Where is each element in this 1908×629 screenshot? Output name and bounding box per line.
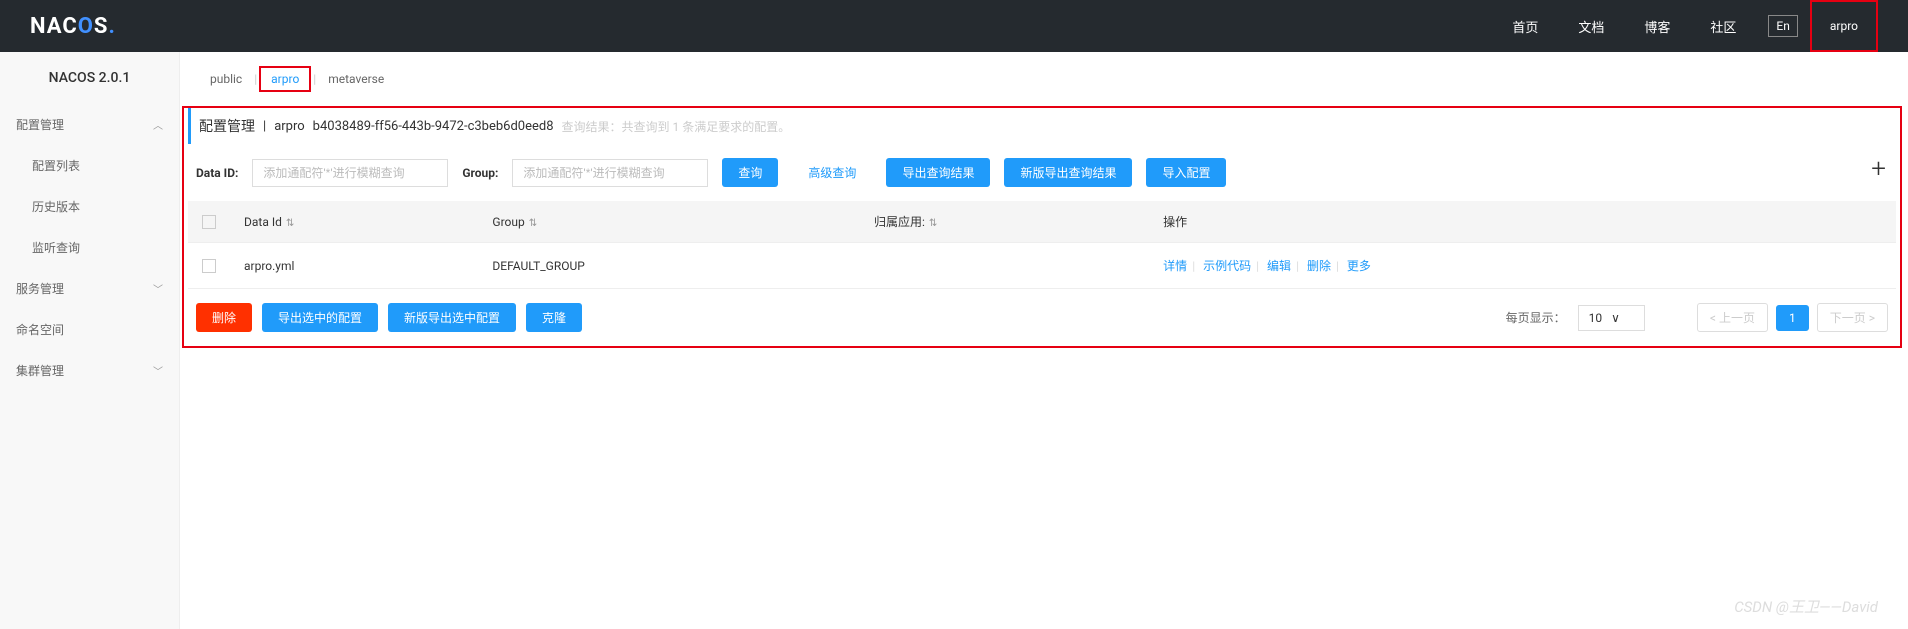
- content-panel: 配置管理 | arpro b4038489-ff56-443b-9472-c3b…: [182, 106, 1902, 348]
- action-delete[interactable]: 删除: [1307, 259, 1331, 273]
- menu-namespace[interactable]: 命名空间: [0, 309, 179, 350]
- sort-icon: ⇅: [929, 218, 937, 229]
- col-group[interactable]: Group⇅: [478, 201, 860, 243]
- search-bar: Data ID: Group: 查询 高级查询 导出查询结果 新版导出查询结果 …: [184, 144, 1900, 201]
- nav-docs[interactable]: 文档: [1558, 0, 1624, 52]
- col-actions: 操作: [1149, 201, 1896, 243]
- watermark: CSDN @王卫——David: [1734, 596, 1878, 617]
- export-button[interactable]: 导出查询结果: [886, 158, 990, 187]
- new-export-button[interactable]: 新版导出查询结果: [1004, 158, 1132, 187]
- sort-icon: ⇅: [286, 218, 294, 229]
- advanced-query-button[interactable]: 高级查询: [792, 158, 872, 187]
- select-all-checkbox[interactable]: [202, 215, 216, 229]
- prev-page-button[interactable]: < 上一页: [1697, 303, 1768, 332]
- next-page-button[interactable]: 下一页 >: [1817, 303, 1888, 332]
- cell-data-id: arpro.yml: [230, 243, 478, 289]
- page-size-label: 每页显示：: [1506, 309, 1566, 326]
- chevron-down-icon: ﹀: [153, 363, 163, 378]
- nav-community[interactable]: 社区: [1690, 0, 1756, 52]
- action-edit[interactable]: 编辑: [1267, 259, 1291, 273]
- namespace-tabs: public | arpro | metaverse: [180, 52, 1908, 106]
- menu-listen[interactable]: 监听查询: [0, 227, 179, 268]
- nav-blog[interactable]: 博客: [1624, 0, 1690, 52]
- table-footer: 删除 导出选中的配置 新版导出选中配置 克隆 每页显示： 10 ∨ < 上一页 …: [184, 289, 1900, 346]
- breadcrumb-ns-id: b4038489-ff56-443b-9472-c3beb6d0eed8: [313, 119, 554, 134]
- action-more[interactable]: 更多: [1347, 259, 1371, 273]
- chevron-up-icon: ︿: [153, 117, 163, 132]
- tab-public[interactable]: public: [200, 68, 252, 90]
- clone-button[interactable]: 克隆: [526, 303, 582, 332]
- lang-toggle[interactable]: En: [1768, 15, 1797, 37]
- action-sample[interactable]: 示例代码: [1203, 259, 1251, 273]
- config-table: Data Id⇅ Group⇅ 归属应用:⇅ 操作 arpro.yml DEFA…: [188, 201, 1896, 289]
- query-button[interactable]: 查询: [722, 158, 778, 187]
- page-title: 配置管理: [199, 116, 255, 136]
- sidebar: NACOS 2.0.1 配置管理︿ 配置列表 历史版本 监听查询 服务管理﹀ 命…: [0, 52, 180, 629]
- menu-service[interactable]: 服务管理﹀: [0, 268, 179, 309]
- breadcrumb-namespace: arpro: [274, 119, 304, 134]
- user-menu[interactable]: arpro: [1810, 0, 1878, 52]
- sort-icon: ⇅: [529, 218, 537, 229]
- header: NACOS. 首页 文档 博客 社区 En arpro: [0, 0, 1908, 52]
- col-data-id[interactable]: Data Id⇅: [230, 201, 478, 243]
- sidebar-title: NACOS 2.0.1: [0, 52, 179, 104]
- tab-arpro[interactable]: arpro: [259, 66, 311, 92]
- pagination: < 上一页 1 下一页 >: [1697, 303, 1888, 332]
- page-1-button[interactable]: 1: [1776, 305, 1809, 331]
- tab-separator: |: [313, 72, 316, 86]
- data-id-label: Data ID:: [196, 166, 238, 180]
- cell-actions: 详情| 示例代码| 编辑| 删除| 更多: [1149, 243, 1896, 289]
- group-input[interactable]: [512, 159, 708, 187]
- import-button[interactable]: 导入配置: [1146, 158, 1226, 187]
- cell-app: [860, 243, 1149, 289]
- tab-separator: |: [254, 72, 257, 86]
- group-label: Group:: [462, 166, 498, 180]
- menu-config[interactable]: 配置管理︿: [0, 104, 179, 145]
- tab-metaverse[interactable]: metaverse: [318, 68, 394, 90]
- main-content: public | arpro | metaverse 配置管理 | arpro …: [180, 52, 1908, 629]
- result-hint: 查询结果：共查询到 1 条满足要求的配置。: [562, 118, 791, 135]
- action-detail[interactable]: 详情: [1163, 259, 1187, 273]
- table-row: arpro.yml DEFAULT_GROUP 详情| 示例代码| 编辑| 删除…: [188, 243, 1896, 289]
- data-id-input[interactable]: [252, 159, 448, 187]
- col-app[interactable]: 归属应用:⇅: [860, 201, 1149, 243]
- new-export-selected-button[interactable]: 新版导出选中配置: [388, 303, 516, 332]
- nav-home[interactable]: 首页: [1492, 0, 1558, 52]
- chevron-down-icon: ﹀: [153, 281, 163, 296]
- row-checkbox[interactable]: [202, 259, 216, 273]
- breadcrumb: 配置管理 | arpro b4038489-ff56-443b-9472-c3b…: [188, 108, 1900, 144]
- menu-config-list[interactable]: 配置列表: [0, 145, 179, 186]
- delete-selected-button[interactable]: 删除: [196, 303, 252, 332]
- cell-group: DEFAULT_GROUP: [478, 243, 860, 289]
- page-size-select[interactable]: 10 ∨: [1578, 305, 1645, 331]
- menu-cluster[interactable]: 集群管理﹀: [0, 350, 179, 391]
- add-config-button[interactable]: +: [1865, 154, 1892, 184]
- menu-history[interactable]: 历史版本: [0, 186, 179, 227]
- header-nav: 首页 文档 博客 社区 En arpro: [1492, 0, 1878, 52]
- logo: NACOS.: [30, 14, 116, 39]
- export-selected-button[interactable]: 导出选中的配置: [262, 303, 378, 332]
